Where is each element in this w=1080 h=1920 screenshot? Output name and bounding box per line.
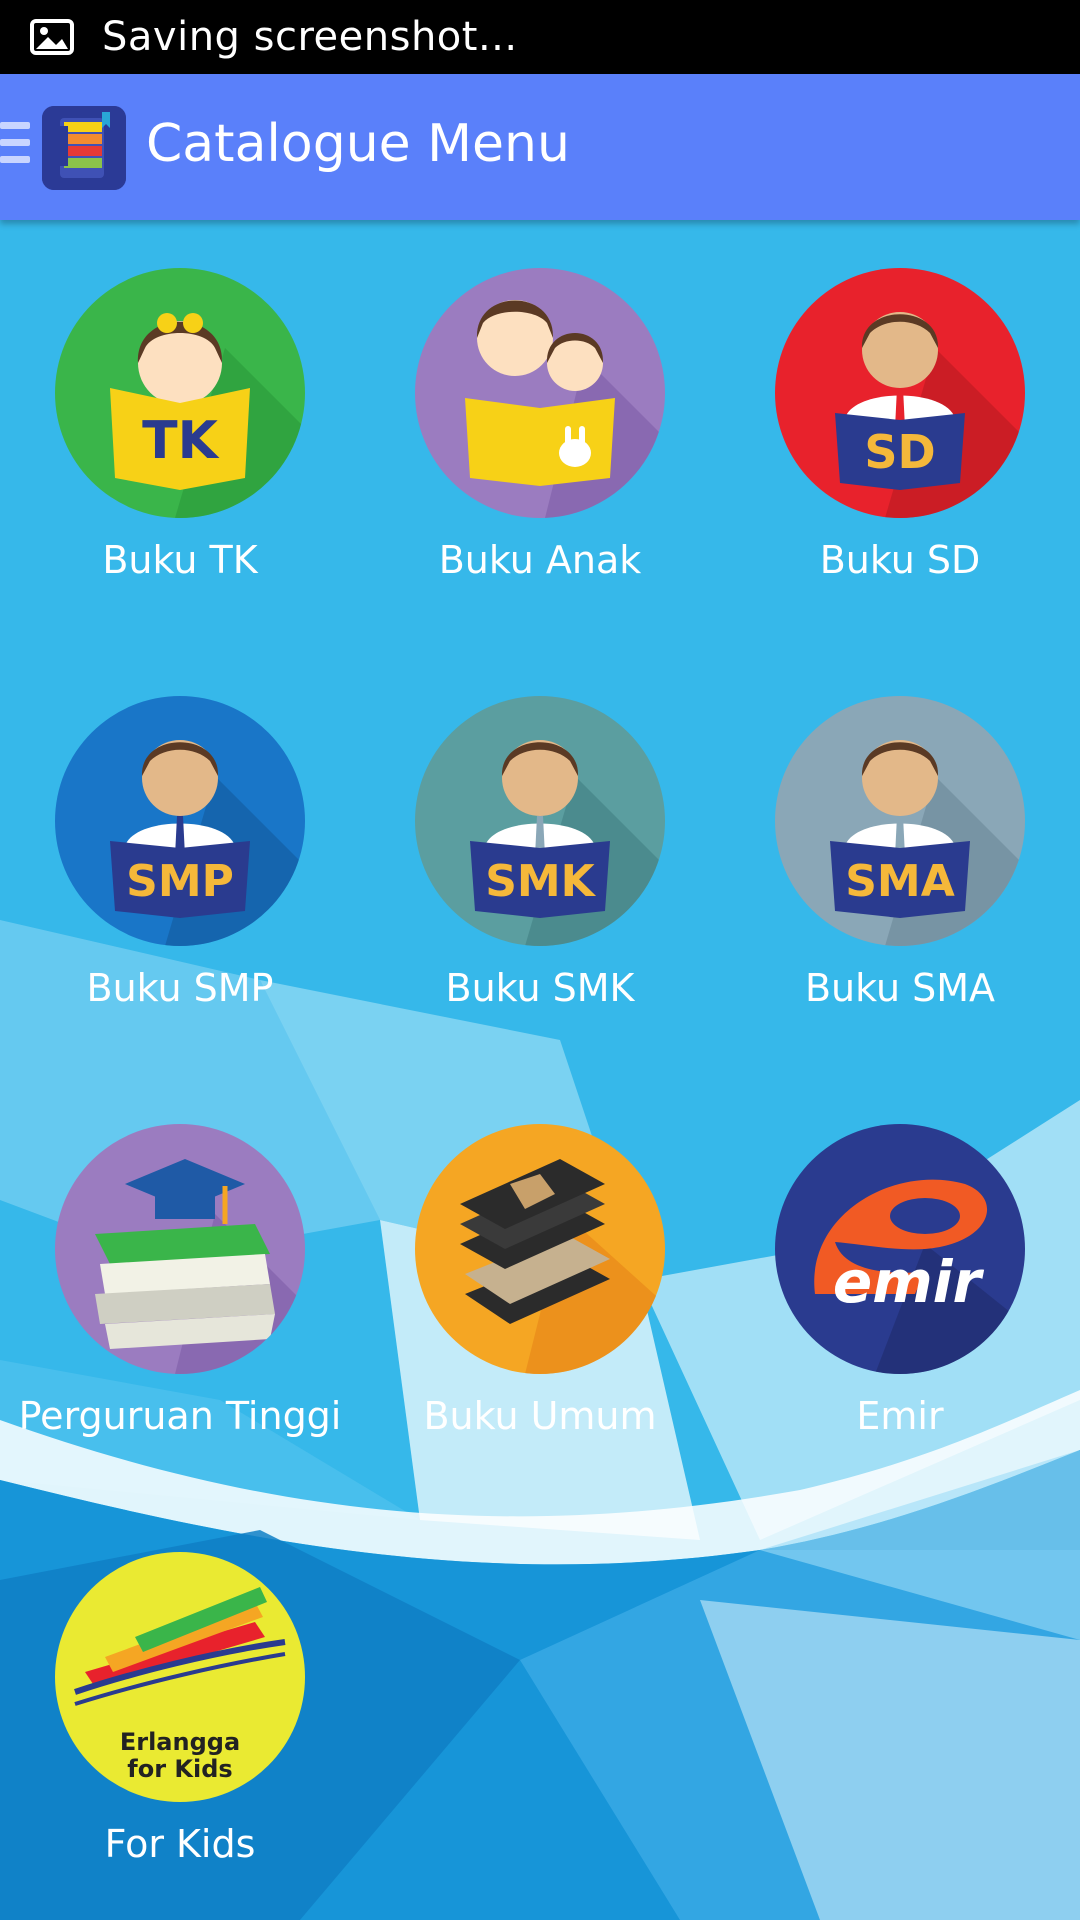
app-logo[interactable] xyxy=(42,106,126,190)
menu-item-perguruan-tinggi[interactable]: Perguruan Tinggi xyxy=(0,1076,360,1438)
smp-icon: SMP xyxy=(55,696,305,946)
menu-item-buku-smk[interactable]: SMK Buku SMK xyxy=(360,648,720,1010)
svg-text:SMA: SMA xyxy=(845,856,955,907)
menu-item-buku-smp[interactable]: SMP Buku SMP xyxy=(0,648,360,1010)
menu-icon[interactable] xyxy=(0,122,30,172)
menu-item-buku-umum[interactable]: Buku Umum xyxy=(360,1076,720,1438)
emir-logo-icon: emir xyxy=(775,1124,1025,1374)
graduation-books-icon xyxy=(55,1124,305,1374)
sd-icon: SD xyxy=(775,268,1025,518)
menu-item-buku-sma[interactable]: SMA Buku SMA xyxy=(720,648,1080,1010)
menu-label: Buku SMA xyxy=(804,966,996,1010)
image-icon xyxy=(30,17,74,57)
menu-item-buku-sd[interactable]: SD Buku SD xyxy=(720,220,1080,582)
menu-label: Emir xyxy=(856,1394,944,1438)
books-stack-icon xyxy=(415,1124,665,1374)
menu-label: For Kids xyxy=(104,1822,256,1866)
page-title: Catalogue Menu xyxy=(146,114,570,174)
menu-label: Buku SD xyxy=(819,538,981,582)
menu-label: Perguruan Tinggi xyxy=(18,1394,342,1438)
smk-icon: SMK xyxy=(415,696,665,946)
tk-icon: TK xyxy=(55,268,305,518)
svg-text:for Kids: for Kids xyxy=(127,1755,232,1783)
menu-item-emir[interactable]: emir Emir xyxy=(720,1076,1080,1438)
svg-text:TK: TK xyxy=(142,411,219,471)
svg-text:SMK: SMK xyxy=(485,856,596,907)
anak-icon xyxy=(415,268,665,518)
svg-text:SMP: SMP xyxy=(126,856,234,907)
erlangga-for-kids-icon: Erlangga for Kids xyxy=(55,1552,305,1802)
menu-label: Buku Anak xyxy=(438,538,642,582)
menu-label: Buku SMK xyxy=(445,966,635,1010)
menu-label: Buku SMP xyxy=(86,966,274,1010)
app-bar: Catalogue Menu xyxy=(0,74,1080,220)
menu-label: Buku TK xyxy=(102,538,258,582)
menu-item-buku-tk[interactable]: TK Buku TK xyxy=(0,220,360,582)
svg-text:emir: emir xyxy=(833,1248,985,1316)
status-text: Saving screenshot... xyxy=(102,14,518,60)
catalogue-grid: TK Buku TK Buku Anak SD Buku SD SMP Buku… xyxy=(0,220,1080,1920)
menu-label: Buku Umum xyxy=(423,1394,657,1438)
sma-icon: SMA xyxy=(775,696,1025,946)
svg-text:Erlangga: Erlangga xyxy=(120,1728,240,1756)
svg-text:SD: SD xyxy=(864,425,935,479)
status-bar: Saving screenshot... xyxy=(0,0,1080,74)
menu-item-for-kids[interactable]: Erlangga for Kids For Kids xyxy=(0,1504,360,1866)
menu-item-buku-anak[interactable]: Buku Anak xyxy=(360,220,720,582)
